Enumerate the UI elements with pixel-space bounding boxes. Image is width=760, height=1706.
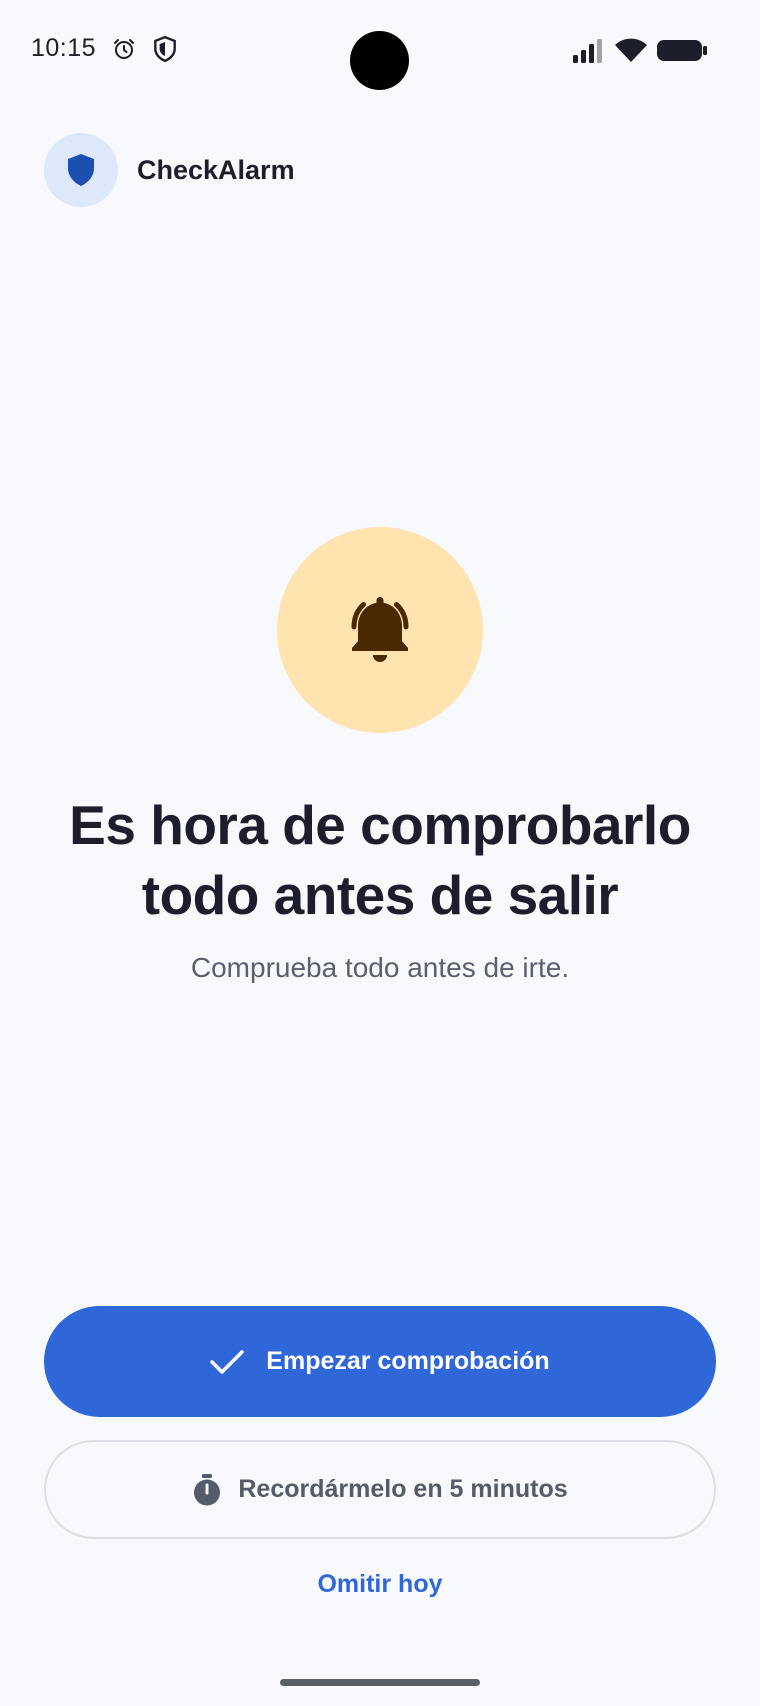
snooze-button[interactable]: Recordármelo en 5 minutos [44,1440,716,1539]
headline-line-2: todo antes de salir [141,864,619,926]
headline: Es hora de comprobarlo todo antes de sal… [40,790,720,930]
bell-badge [277,527,483,733]
shield-icon [68,154,94,186]
alarm-screen: 10:15 CheckAlarm Es hora de comprobarlo … [0,0,760,1706]
battery-icon [657,40,707,61]
wifi-icon [615,38,647,62]
app-logo [44,133,118,207]
headline-line-1: Es hora de comprobarlo [69,794,691,856]
start-check-label: Empezar comprobación [266,1347,550,1375]
alarm-clock-icon [114,39,134,59]
skip-today-button[interactable]: Omitir hoy [230,1562,530,1606]
home-indicator[interactable] [280,1679,480,1686]
snooze-label: Recordármelo en 5 minutos [238,1475,568,1503]
app-header: CheckAlarm [44,133,295,207]
subtitle: Comprueba todo antes de irte. [190,952,570,983]
app-name: CheckAlarm [137,154,295,185]
timer-icon [194,1473,221,1505]
signal-icon [573,39,602,63]
check-icon [210,1349,245,1374]
status-bar: 10:15 [0,0,760,100]
shield-icon [154,35,176,63]
camera-cutout [350,31,409,90]
start-check-button[interactable]: Empezar comprobación [44,1306,716,1417]
bell-ringing-icon [351,597,409,662]
status-time: 10:15 [31,34,97,62]
